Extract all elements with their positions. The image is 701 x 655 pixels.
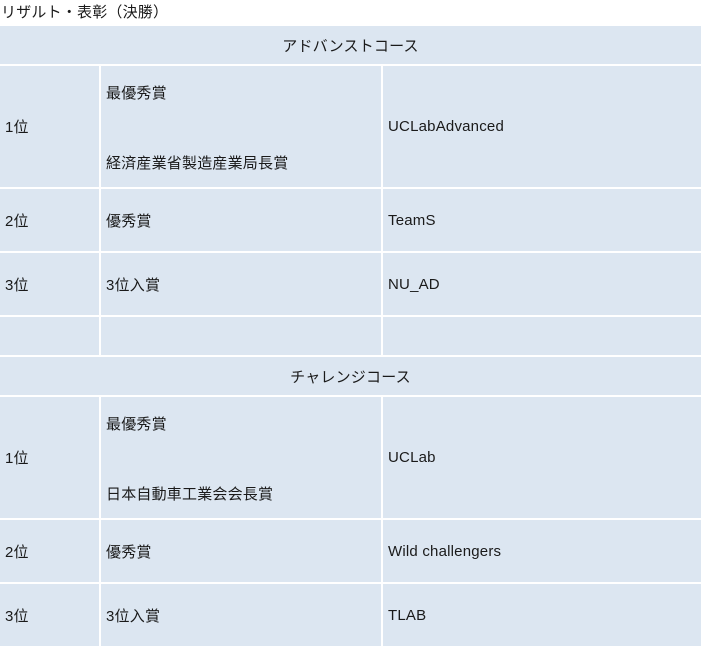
rank-cell: 2位 bbox=[0, 188, 101, 253]
award-cell: 最優秀賞 経済産業省製造産業局長賞 bbox=[100, 65, 383, 189]
table-row: 2位 優秀賞 Wild challengers bbox=[0, 519, 701, 584]
award-stack: 最優秀賞 経済産業省製造産業局長賞 bbox=[106, 80, 381, 174]
award-cell: 3位入賞 bbox=[100, 252, 383, 317]
team-cell: Wild challengers bbox=[382, 519, 701, 584]
rank-cell: 2位 bbox=[0, 519, 101, 584]
rank-cell: 1位 bbox=[0, 65, 101, 189]
table-row: 2位 優秀賞 TeamS bbox=[0, 188, 701, 253]
award-line-primary: 最優秀賞 bbox=[106, 84, 167, 102]
team-cell: TeamS bbox=[382, 188, 701, 253]
award-cell: 3位入賞 bbox=[100, 583, 383, 648]
team-cell: TLAB bbox=[382, 583, 701, 648]
award-cell: 優秀賞 bbox=[100, 519, 383, 584]
section-header-advanced: アドバンストコース bbox=[0, 26, 701, 66]
spacer-cell-team bbox=[382, 316, 701, 357]
team-cell: UCLabAdvanced bbox=[382, 65, 701, 189]
award-line-secondary: 経済産業省製造産業局長賞 bbox=[106, 154, 289, 172]
award-line-primary: 最優秀賞 bbox=[106, 415, 167, 433]
page-title: リザルト・表彰（決勝） bbox=[0, 0, 701, 26]
spacer-cell-award bbox=[100, 316, 383, 357]
table-row: 1位 最優秀賞 経済産業省製造産業局長賞 UCLabAdvanced bbox=[0, 65, 701, 189]
award-line-secondary: 日本自動車工業会会長賞 bbox=[106, 485, 274, 503]
spacer-row bbox=[0, 316, 701, 357]
award-cell: 最優秀賞 日本自動車工業会会長賞 bbox=[100, 396, 383, 520]
rank-cell: 1位 bbox=[0, 396, 101, 520]
section-header-row-advanced: アドバンストコース bbox=[0, 26, 701, 66]
section-header-row-challenge: チャレンジコース bbox=[0, 356, 701, 397]
team-cell: UCLab bbox=[382, 396, 701, 520]
spacer-cell-rank bbox=[0, 316, 101, 357]
team-cell: NU_AD bbox=[382, 252, 701, 317]
results-page: リザルト・表彰（決勝） アドバンストコース 1位 最優秀賞 経済産業省製造産業局… bbox=[0, 0, 701, 655]
award-cell: 優秀賞 bbox=[100, 188, 383, 253]
rank-cell: 3位 bbox=[0, 583, 101, 648]
table-row: 3位 3位入賞 NU_AD bbox=[0, 252, 701, 317]
table-row: 3位 3位入賞 TLAB bbox=[0, 583, 701, 648]
table-row: 1位 最優秀賞 日本自動車工業会会長賞 UCLab bbox=[0, 396, 701, 520]
results-table: アドバンストコース 1位 最優秀賞 経済産業省製造産業局長賞 UCLabAdva… bbox=[0, 26, 701, 648]
section-header-challenge: チャレンジコース bbox=[0, 356, 701, 397]
award-stack: 最優秀賞 日本自動車工業会会長賞 bbox=[106, 411, 381, 505]
rank-cell: 3位 bbox=[0, 252, 101, 317]
